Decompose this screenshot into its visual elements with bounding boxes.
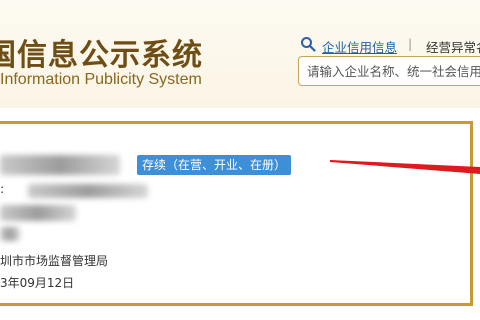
company-name-redacted[interactable] — [0, 155, 120, 175]
site-title: 国信息公示系统 — [0, 38, 203, 73]
legal-rep-redacted — [28, 184, 148, 198]
search-input[interactable] — [298, 56, 480, 86]
legal-rep-label: : — [0, 181, 5, 196]
site-header: 国信息公示系统 Information Publicity System — [0, 0, 480, 108]
status-badge: 存续（在营、开业、在册） — [137, 155, 292, 175]
registration-date: 3年09月12日 — [0, 276, 75, 290]
search-icon[interactable] — [300, 36, 316, 52]
credit-code-redacted — [0, 205, 76, 221]
registration-authority: 圳市市场监督管理局 — [0, 254, 109, 268]
red-arrow-annotation — [330, 160, 480, 174]
abnormal-list-link[interactable]: 经营异常名录 — [426, 37, 480, 54]
link-separator: | — [408, 36, 413, 51]
site-subtitle: Information Publicity System — [0, 71, 202, 88]
field-redacted — [0, 227, 20, 241]
credit-info-link[interactable]: 企业信用信息 — [322, 37, 397, 54]
top-links: 企业信用信息 | 经营异常名录 — [300, 36, 480, 54]
